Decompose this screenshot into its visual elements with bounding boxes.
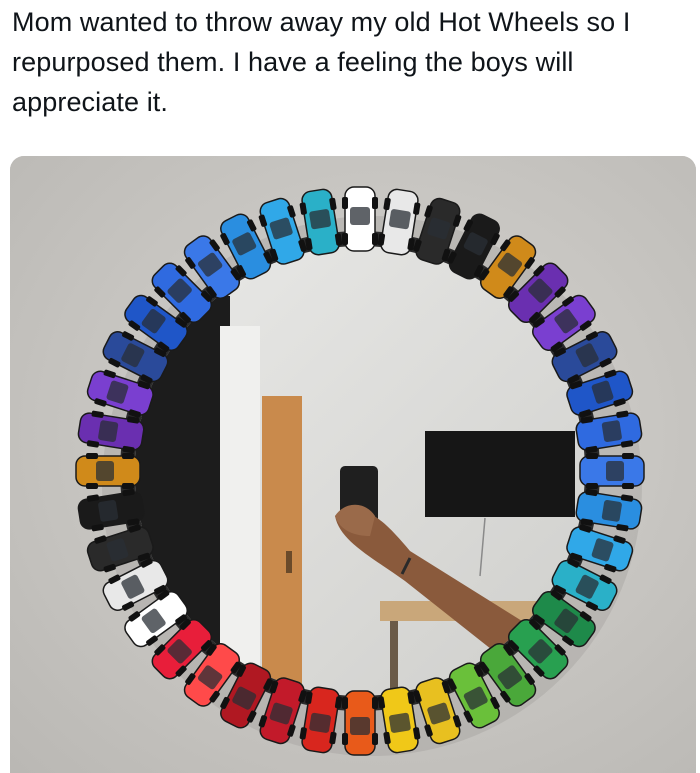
toy-car (75, 453, 141, 489)
mirror-scene (10, 156, 696, 773)
tv (425, 431, 575, 517)
toy-car (342, 690, 378, 756)
toy-car (342, 186, 378, 252)
door-handle (286, 551, 292, 573)
post-caption: Mom wanted to throw away my old Hot Whee… (12, 7, 631, 117)
toy-car (579, 453, 645, 489)
post-photo[interactable] (10, 156, 696, 773)
